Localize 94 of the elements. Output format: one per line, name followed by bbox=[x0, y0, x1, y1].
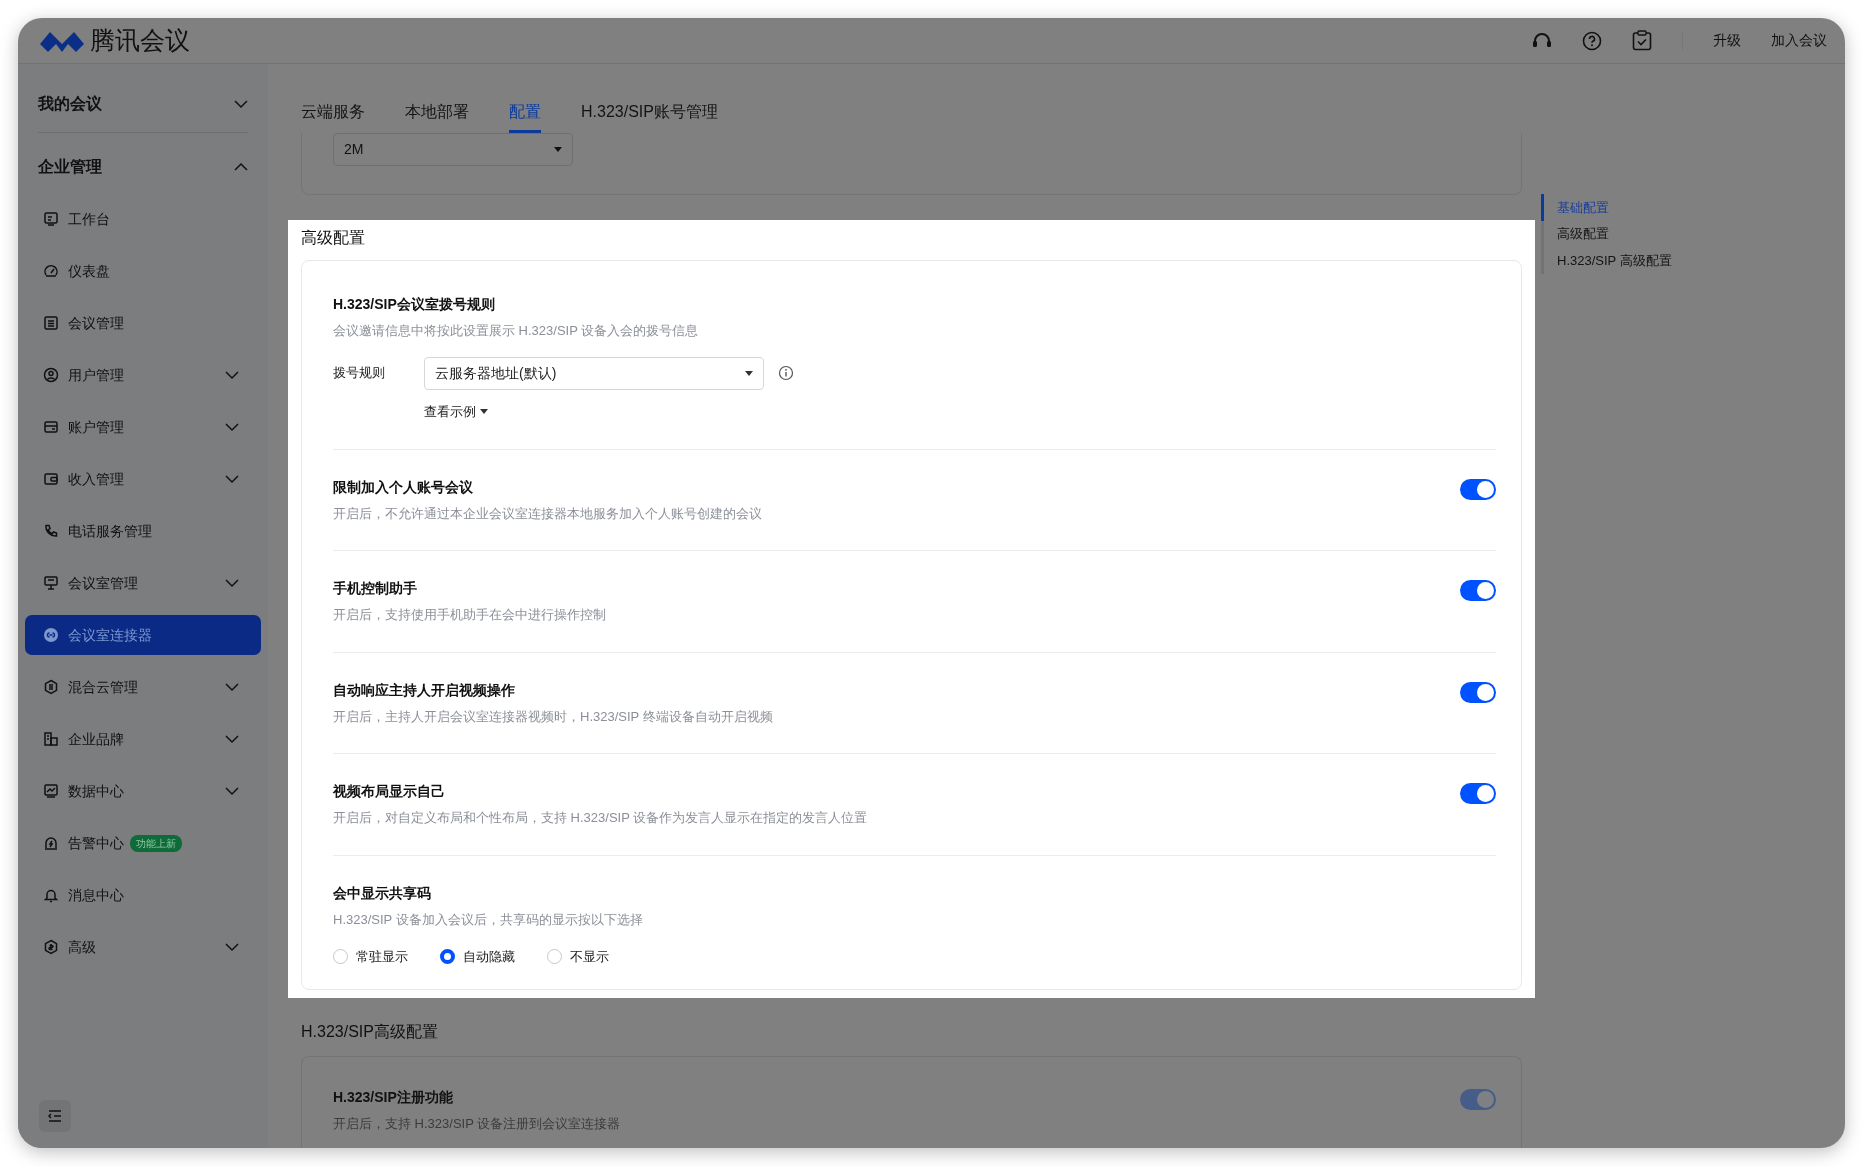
toggle-switch[interactable] bbox=[1460, 681, 1496, 703]
headset-icon[interactable] bbox=[1532, 31, 1552, 50]
shield-icon bbox=[43, 939, 59, 955]
anchor-link[interactable]: H.323/SIP 高级配置 bbox=[1541, 247, 1672, 274]
tab[interactable]: 本地部署 bbox=[405, 98, 469, 133]
menu-group[interactable]: 企业管理 bbox=[25, 145, 261, 189]
toggle-switch[interactable] bbox=[1460, 783, 1496, 804]
tab[interactable]: H.323/SIP账号管理 bbox=[581, 98, 718, 133]
sidebar-item[interactable]: 会议管理 bbox=[25, 303, 261, 343]
sidebar-item[interactable]: 混合云管理 bbox=[25, 667, 261, 707]
section-title: 高级配置 bbox=[301, 228, 366, 248]
clipboard-check-icon[interactable] bbox=[1632, 30, 1652, 51]
caret-icon bbox=[480, 408, 488, 414]
sidebar-item[interactable]: 会议室管理 bbox=[25, 563, 261, 603]
sidebar-item[interactable]: 企业品牌 bbox=[25, 719, 261, 759]
chevron-down-icon bbox=[224, 784, 240, 798]
sidebar-item[interactable]: 高级 bbox=[25, 927, 261, 967]
list-icon bbox=[43, 315, 59, 331]
sidebar-item[interactable]: 数据中心 bbox=[25, 771, 261, 811]
radio-option[interactable]: 自动隐藏 bbox=[440, 947, 515, 967]
chevron-down-icon bbox=[224, 420, 240, 434]
menu-group-label: 我的会议 bbox=[38, 94, 102, 114]
hexagon-icon bbox=[43, 679, 59, 695]
setting-title: 限制加入个人账号会议 bbox=[333, 477, 474, 497]
radio-option[interactable]: 常驻显示 bbox=[333, 947, 408, 967]
monitor-icon bbox=[43, 211, 59, 227]
setting-description: 开启后，支持使用手机助手在会中进行操作控制 bbox=[333, 606, 606, 624]
sidebar-item[interactable]: 会议室连接器 bbox=[25, 615, 261, 655]
setting-description: 开启后，对自定义布局和个性布局，支持 H.323/SIP 设备作为发言人显示在指定的发言人位置 bbox=[333, 809, 868, 827]
screen-icon bbox=[43, 575, 59, 591]
setting-description: 会议邀请信息中将按此设置展示 H.323/SIP 设备入会的拨号信息 bbox=[333, 322, 700, 340]
dial-rule-select[interactable]: 云服务器地址(默认) bbox=[424, 356, 764, 390]
sidebar-item[interactable]: 工作台 bbox=[25, 199, 261, 239]
setting-title: H.323/SIP会议室拨号规则 bbox=[333, 295, 496, 314]
tab[interactable]: 配置 bbox=[509, 98, 541, 133]
toggle-switch[interactable] bbox=[1460, 580, 1496, 601]
anchor-link[interactable]: 高级配置 bbox=[1541, 220, 1672, 248]
app-name: 腾讯会议 bbox=[90, 24, 190, 56]
menu-group-label: 企业管理 bbox=[38, 157, 102, 177]
toggle-switch[interactable] bbox=[1460, 478, 1496, 500]
collapse-menu-button[interactable] bbox=[39, 1100, 71, 1132]
tab[interactable]: 云端服务 bbox=[301, 98, 365, 133]
sidebar-item[interactable]: 电话服务管理 bbox=[25, 511, 261, 551]
sidebar-item[interactable]: 告警中心 功能上新 bbox=[25, 823, 261, 863]
field-label: 拨号规则 bbox=[333, 364, 386, 383]
setting-title: 视频布局显示自己 bbox=[333, 782, 446, 801]
alarm-icon bbox=[43, 835, 59, 851]
header-link[interactable]: 加入会议 bbox=[1771, 30, 1827, 51]
header-link[interactable]: 升级 bbox=[1713, 30, 1741, 51]
help-icon[interactable] bbox=[1582, 30, 1602, 51]
chevron-down-icon bbox=[224, 472, 240, 486]
info-icon bbox=[778, 365, 794, 381]
building-icon bbox=[43, 731, 59, 747]
caret-icon bbox=[554, 147, 562, 152]
chevron-down-icon bbox=[224, 368, 240, 382]
chevron-down-icon bbox=[224, 576, 240, 590]
bandwidth-select[interactable]: 2M bbox=[333, 133, 573, 166]
chevron-down-icon bbox=[224, 940, 240, 954]
chevron-down-icon bbox=[224, 732, 240, 746]
setting-description: 开启后，不允许通过本企业会议室连接器本地服务加入个人账号创建的会议 bbox=[333, 504, 762, 523]
sidebar-item[interactable]: 收入管理 bbox=[25, 459, 261, 499]
setting-title: 会中显示共享码 bbox=[333, 883, 432, 903]
user-icon bbox=[43, 367, 59, 383]
phone-icon bbox=[43, 523, 59, 539]
card-icon bbox=[43, 419, 59, 435]
chevron-down-icon bbox=[224, 680, 240, 694]
logo-icon bbox=[40, 29, 84, 52]
anchor-link[interactable]: 基础配置 bbox=[1541, 194, 1672, 221]
toggle-switch[interactable] bbox=[1460, 1088, 1496, 1110]
setting-title: 手机控制助手 bbox=[333, 579, 418, 598]
select-value: 2M bbox=[344, 140, 364, 159]
setting-description: 开启后，主持人开启会议室连接器视频时，H.323/SIP 终端设备自动开启视频 bbox=[333, 707, 773, 726]
sidebar-item[interactable]: 仪表盘 bbox=[25, 251, 261, 291]
setting-description: 开启后，支持 H.323/SIP 设备注册到会议室连接器 bbox=[333, 1114, 621, 1133]
chart-icon bbox=[43, 783, 59, 799]
caret-icon bbox=[745, 370, 753, 376]
sidebar-item[interactable]: 账户管理 bbox=[25, 407, 261, 447]
new-feature-tag: 功能上新 bbox=[130, 834, 182, 852]
gauge-icon bbox=[43, 263, 59, 279]
radio-option[interactable]: 不显示 bbox=[547, 947, 609, 967]
select-value: 云服务器地址(默认) bbox=[435, 363, 557, 383]
bell-icon bbox=[43, 887, 59, 903]
setting-title: H.323/SIP注册功能 bbox=[333, 1087, 454, 1107]
sidebar-item[interactable]: 消息中心 bbox=[25, 875, 261, 915]
setting-description: H.323/SIP 设备加入会议后，共享码的显示按以下选择 bbox=[333, 910, 643, 929]
menu-group[interactable]: 我的会议 bbox=[25, 82, 261, 126]
sidebar-item[interactable]: 用户管理 bbox=[25, 355, 261, 395]
setting-title: 自动响应主持人开启视频操作 bbox=[333, 680, 516, 700]
collapse-menu-icon bbox=[47, 1109, 63, 1123]
chevron-down-icon bbox=[233, 97, 249, 111]
wallet-icon bbox=[43, 471, 59, 487]
example-dropdown[interactable]: 查看示例 bbox=[424, 401, 488, 421]
link-circle-icon bbox=[43, 627, 59, 643]
section-title: H.323/SIP高级配置 bbox=[301, 1021, 439, 1042]
